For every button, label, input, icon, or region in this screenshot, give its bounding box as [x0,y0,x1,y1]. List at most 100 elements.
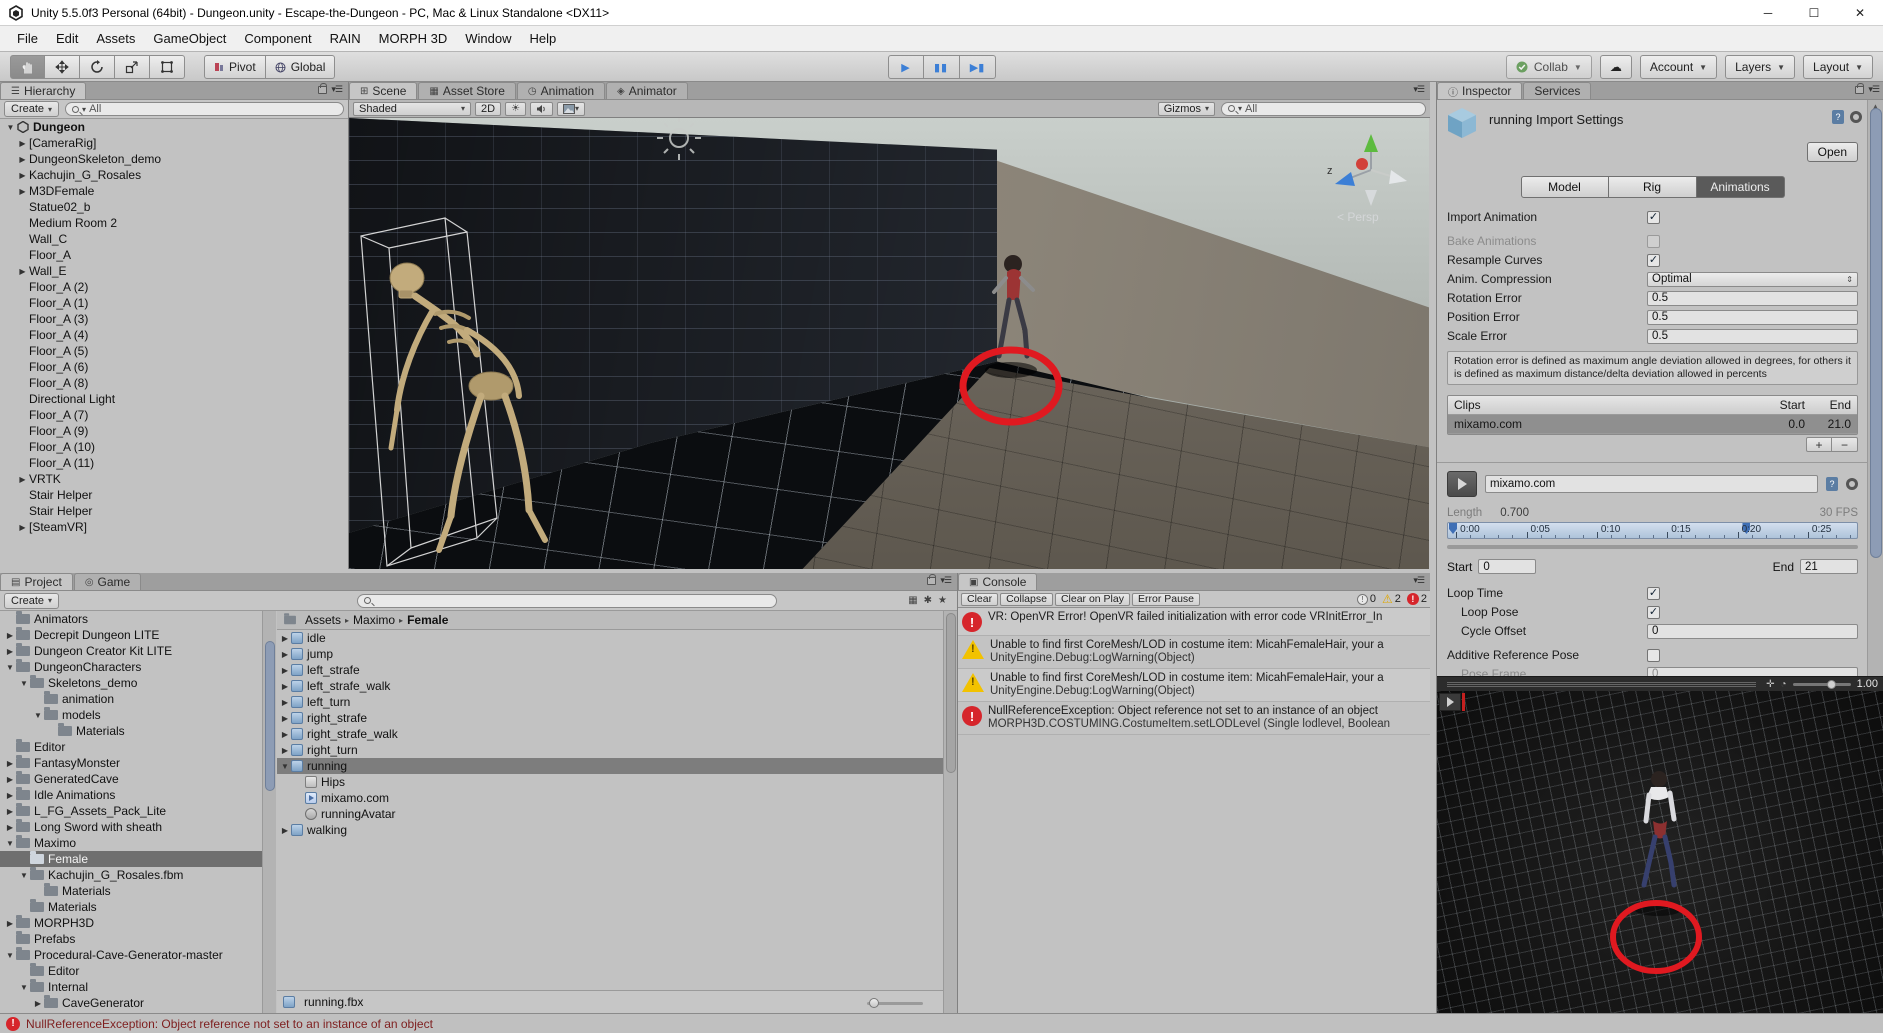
hierarchy-item[interactable]: ▶ M3DFemale [0,183,348,199]
add-clip-button[interactable]: + [1806,437,1832,452]
global-toggle-button[interactable]: Global [265,55,336,79]
console-log-entry[interactable]: ! VR: OpenVR Error! OpenVR failed initial… [958,608,1430,636]
hierarchy-search[interactable]: ▾ [65,102,344,116]
project-lock-icon[interactable] [927,573,937,585]
project-create-button[interactable]: Create ▾ [4,592,60,609]
hierarchy-item[interactable]: Floor_A (7) [0,407,348,423]
project-tree-item[interactable]: ▶ Dungeon Creator Kit LITE [0,643,262,659]
play-button[interactable]: ▶ [887,55,924,79]
project-file-item[interactable]: runningAvatar [277,806,943,822]
pause-button[interactable]: ▮▮ [923,55,960,79]
hierarchy-item[interactable]: Floor_A (3) [0,311,348,327]
hierarchy-item[interactable]: Floor_A (11) [0,455,348,471]
hierarchy-item[interactable]: Floor_A (9) [0,423,348,439]
project-tree-item[interactable]: ▼ Skeletons_demo [0,675,262,691]
console-collapse-button[interactable]: Collapse [1000,592,1053,606]
hierarchy-create-button[interactable]: Create ▾ [4,101,60,117]
lighting-toggle-button[interactable]: ☀ [505,101,527,116]
drag-handle[interactable] [1447,681,1757,687]
hierarchy-item[interactable]: ▶ Kachujin_G_Rosales [0,167,348,183]
hierarchy-item[interactable]: Floor_A (1) [0,295,348,311]
layout-button[interactable]: Layout ▼ [1803,55,1873,79]
clip-play-button[interactable] [1447,471,1477,497]
cycle-offset-field[interactable] [1647,623,1858,639]
preview-play-button[interactable] [1439,693,1461,711]
project-tree-item[interactable]: Editor [0,739,262,755]
breadcrumb-maximo[interactable]: Maximo [353,613,395,627]
draw-mode-dropdown[interactable]: Shaded ▾ [353,101,471,116]
project-file-item[interactable]: ▶ idle [277,630,943,646]
hierarchy-item[interactable]: ▼ Dungeon [0,119,348,135]
scale-error-field[interactable] [1647,328,1858,344]
breadcrumb-female[interactable]: Female [407,613,448,627]
project-tree-item[interactable]: ▼ Kachujin_G_Rosales.fbm [0,867,262,883]
hierarchy-item[interactable]: Medium Room 2 [0,215,348,231]
project-file-item[interactable]: ▶ left_strafe [277,662,943,678]
menu-component[interactable]: Component [235,28,320,49]
clip-row-mixamo[interactable]: mixamo.com 0.0 21.0 [1448,415,1857,434]
tab-asset-store[interactable]: ▦ Asset Store [418,82,516,99]
scene-search-input[interactable] [1245,102,1419,115]
menu-edit[interactable]: Edit [47,28,87,49]
clip-gear-icon[interactable] [1846,478,1858,490]
project-search[interactable] [357,593,778,608]
project-tree-item[interactable]: ▶ Long Sword with sheath [0,819,262,835]
minimize-button[interactable]: ─ [1745,0,1791,26]
menu-morph-3d[interactable]: MORPH 3D [370,28,457,49]
loop-pose-checkbox[interactable]: ✓ [1647,605,1660,619]
project-tree-item[interactable]: ▼ Procedural-Cave-Generator-master [0,947,262,963]
project-tree-item[interactable]: ▶ MORPH3D [0,915,262,931]
search-by-type-icon[interactable]: ▦ [908,595,917,606]
console-clear-on-play-button[interactable]: Clear on Play [1054,592,1130,606]
scene-viewport[interactable]: z < Persp [349,118,1429,569]
project-tree-item[interactable]: ▶ L_FG_Assets_Pack_Lite [0,803,262,819]
console-log-entry[interactable]: ! NullReferenceException: Object referenc… [958,702,1430,735]
console-clear-button[interactable]: Clear [961,592,999,606]
project-file-item[interactable]: ▶ right_turn [277,742,943,758]
project-tree-item[interactable]: ▼ DungeonCharacters [0,659,262,675]
project-tree-item[interactable]: Editor [0,963,262,979]
menu-gameobject[interactable]: GameObject [144,28,235,49]
hierarchy-item[interactable]: ▶ [CameraRig] [0,135,348,151]
hierarchy-item[interactable]: Floor_A (10) [0,439,348,455]
tab-project[interactable]: ▤ Project [0,573,73,590]
favorites-icon[interactable]: ★ [938,595,947,606]
hierarchy-item[interactable]: ▶ Wall_E [0,263,348,279]
project-file-item[interactable]: Hips [277,774,943,790]
maximize-button[interactable]: ☐ [1791,0,1837,26]
error-count-badge[interactable]: ! 2 [1406,593,1427,605]
tab-game[interactable]: ◎ Game [73,573,142,590]
resample-curves-checkbox[interactable]: ✓ [1647,253,1660,267]
inspector-lock-icon[interactable] [1855,82,1865,94]
end-field[interactable] [1800,559,1858,574]
preview-speed-slider[interactable] [1792,679,1851,689]
project-tree-item[interactable]: ▼ Maximo [0,835,262,851]
menu-help[interactable]: Help [521,28,566,49]
project-file-item[interactable]: ▶ walking [277,822,943,838]
breadcrumb-assets[interactable]: Assets [305,613,341,627]
import-animation-checkbox[interactable]: ✓ [1647,210,1660,224]
project-tree-item[interactable]: Materials [0,883,262,899]
project-tree-item[interactable]: Animators [0,611,262,627]
project-tree-item[interactable]: ▶ Idle Animations [0,787,262,803]
hierarchy-item[interactable]: Floor_A (4) [0,327,348,343]
project-file-item[interactable]: ▶ jump [277,646,943,662]
info-count-badge[interactable]: ! 0 [1356,593,1376,605]
project-tree-item[interactable]: ▶ GeneratedCave [0,771,262,787]
mode-tab-rig[interactable]: Rig [1608,176,1697,198]
hierarchy-item[interactable]: Directional Light [0,391,348,407]
project-search-input[interactable] [374,594,771,607]
mode-tab-animations[interactable]: Animations [1696,176,1785,198]
project-menu-icon[interactable]: ▾☰ [940,575,952,586]
hierarchy-item[interactable]: ▶ DungeonSkeleton_demo [0,151,348,167]
menu-file[interactable]: File [8,28,47,49]
project-file-item[interactable]: mixamo.com [277,790,943,806]
hierarchy-lock-icon[interactable] [318,82,328,94]
remove-clip-button[interactable]: − [1832,437,1858,452]
hierarchy-item[interactable]: ▶ [SteamVR] [0,519,348,535]
tab-scene[interactable]: ⊞ Scene [349,82,418,99]
inspector-menu-icon[interactable]: ▾☰ [1868,84,1880,95]
console-log-entry[interactable]: Unable to find first CoreMesh/LOD in cos… [958,669,1430,702]
rotate-tool-button[interactable] [80,55,115,79]
hierarchy-item[interactable]: Floor_A (6) [0,359,348,375]
